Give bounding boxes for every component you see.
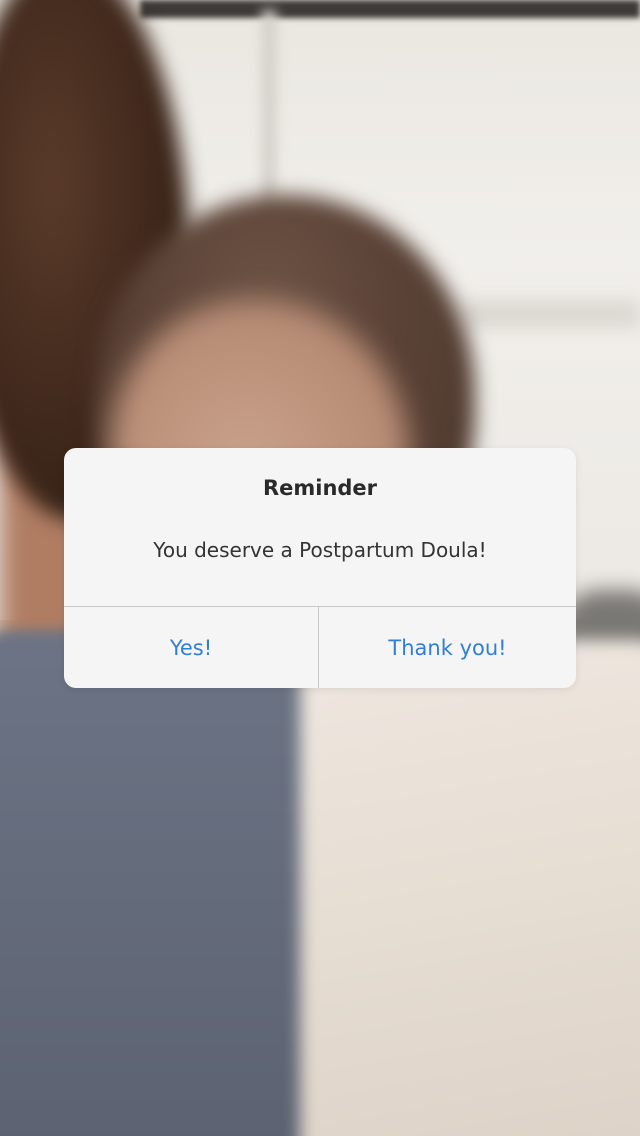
background-window-sill	[460, 300, 640, 328]
dialog-title: Reminder	[262, 476, 378, 500]
screen: Reminder You deserve a Postpartum Doula!…	[0, 0, 640, 1136]
dialog-message: You deserve a Postpartum Doula!	[153, 538, 487, 562]
background-blanket	[300, 640, 640, 1136]
yes-button[interactable]: Yes!	[64, 607, 318, 688]
reminder-dialog: Reminder You deserve a Postpartum Doula!…	[64, 448, 576, 688]
background-window-frame	[140, 0, 640, 18]
thank-you-button[interactable]: Thank you!	[319, 607, 576, 688]
